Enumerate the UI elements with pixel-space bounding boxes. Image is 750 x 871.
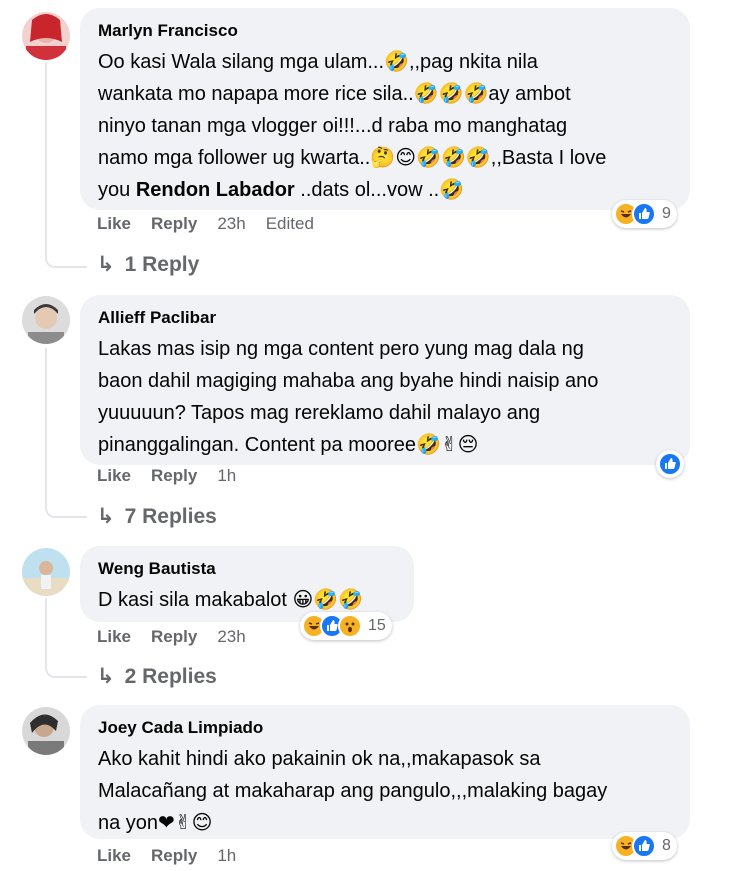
comment-text: Lakas mas isip ng mga content pero yung …	[98, 333, 672, 461]
comment-author[interactable]: Weng Bautista	[98, 558, 396, 580]
comment-bubble: Marlyn Francisco Oo kasi Wala silang mga…	[80, 8, 690, 210]
comment-line: namo mga follower ug kwarta..🤔😊🤣🤣🤣,,Bast…	[98, 147, 607, 169]
comment-bubble: Joey Cada Limpiado Ako kahit hindi ako p…	[80, 705, 690, 839]
reaction-summary[interactable]: 15	[300, 612, 392, 640]
avatar[interactable]	[22, 12, 70, 60]
view-replies-button[interactable]: ↳ 2 Replies	[97, 664, 217, 689]
comment-line: pinanggalingan. Content pa mooree🤣✌😔	[98, 434, 479, 456]
comment-timestamp[interactable]: 23h	[217, 627, 245, 647]
replies-label: 7 Replies	[124, 504, 217, 528]
reply-arrow-icon: ↳	[97, 505, 115, 528]
edited-label: Edited	[265, 214, 314, 233]
reaction-summary[interactable]: 9	[612, 200, 677, 228]
avatar[interactable]	[22, 296, 70, 344]
comment-author[interactable]: Marlyn Francisco	[98, 20, 672, 42]
comment-line: ninyo tanan mga vlogger oi!!!...d raba m…	[98, 115, 568, 137]
reply-arrow-icon: ↳	[97, 665, 115, 688]
comment-timestamp[interactable]: 23h	[217, 214, 245, 234]
comment-author[interactable]: Allieff Paclibar	[98, 307, 672, 329]
reply-button[interactable]: Reply	[151, 214, 197, 234]
reply-button[interactable]: Reply	[151, 627, 197, 647]
comment-timestamp[interactable]: 1h	[217, 846, 236, 866]
like-reaction-icon	[632, 834, 656, 858]
reaction-count: 15	[368, 617, 386, 634]
comment-text: Oo kasi Wala silang mga ulam...🤣,,pag nk…	[98, 46, 672, 206]
replies-label: 1 Reply	[124, 252, 200, 276]
comment-actions: Like Reply 1h	[97, 466, 236, 486]
reaction-count: 8	[662, 837, 671, 854]
like-button[interactable]: Like	[97, 846, 131, 866]
like-reaction-icon	[632, 202, 656, 226]
comment-line: you Rendon Labador ..dats ol...vow ..🤣	[98, 174, 672, 206]
reaction-count: 9	[662, 205, 671, 222]
replies-label: 2 Replies	[124, 664, 217, 688]
comment-text: Ako kahit hindi ako pakainin ok na,,maka…	[98, 743, 672, 839]
comment-timestamp[interactable]: 1h	[217, 466, 236, 486]
view-replies-button[interactable]: ↳ 1 Reply	[97, 252, 199, 277]
comment-actions: Like Reply 23h Edited	[97, 214, 314, 234]
comment-line: Ako kahit hindi ako pakainin ok na,,maka…	[98, 748, 541, 770]
comment-line: Oo kasi Wala silang mga ulam...🤣,,pag nk…	[98, 51, 538, 73]
like-button[interactable]: Like	[97, 627, 131, 647]
reply-arrow-icon: ↳	[97, 253, 115, 276]
comment-text-part: ..dats ol...vow ..🤣	[294, 179, 465, 201]
like-button[interactable]: Like	[97, 466, 131, 486]
comment-thread: Marlyn Francisco Oo kasi Wala silang mga…	[0, 0, 750, 871]
like-button[interactable]: Like	[97, 214, 131, 234]
reply-button[interactable]: Reply	[151, 466, 197, 486]
comment-bubble: Allieff Paclibar Lakas mas isip ng mga c…	[80, 295, 690, 465]
avatar[interactable]	[22, 707, 70, 755]
comment-line: na yon❤✌😊	[98, 812, 213, 834]
wow-reaction-icon	[338, 614, 362, 638]
reply-button[interactable]: Reply	[151, 846, 197, 866]
mention-link[interactable]: Rendon Labador	[136, 179, 295, 201]
reaction-summary[interactable]: 8	[612, 832, 677, 860]
view-replies-button[interactable]: ↳ 7 Replies	[97, 504, 217, 529]
comment-line: Lakas mas isip ng mga content pero yung …	[98, 338, 584, 360]
comment-line: Malacañang at makaharap ang pangulo,,,ma…	[98, 780, 608, 802]
comment-text-part: you	[98, 179, 136, 201]
reaction-summary[interactable]	[656, 450, 684, 478]
comment-actions: Like Reply 1h	[97, 846, 236, 866]
comment-line: wankata mo napapa more rice sila..🤣🤣🤣ay …	[98, 83, 571, 105]
like-reaction-icon	[658, 452, 682, 476]
comment-actions: Like Reply 23h	[97, 627, 246, 647]
comment-author[interactable]: Joey Cada Limpiado	[98, 717, 672, 739]
avatar[interactable]	[22, 548, 70, 596]
comment-line: baon dahil magiging mahaba ang byahe hin…	[98, 370, 599, 392]
comment-bubble: Weng Bautista D kasi sila makabalot 😀🤣🤣	[80, 546, 414, 622]
comment-line: yuuuuun? Tapos mag rereklamo dahil malay…	[98, 402, 541, 424]
